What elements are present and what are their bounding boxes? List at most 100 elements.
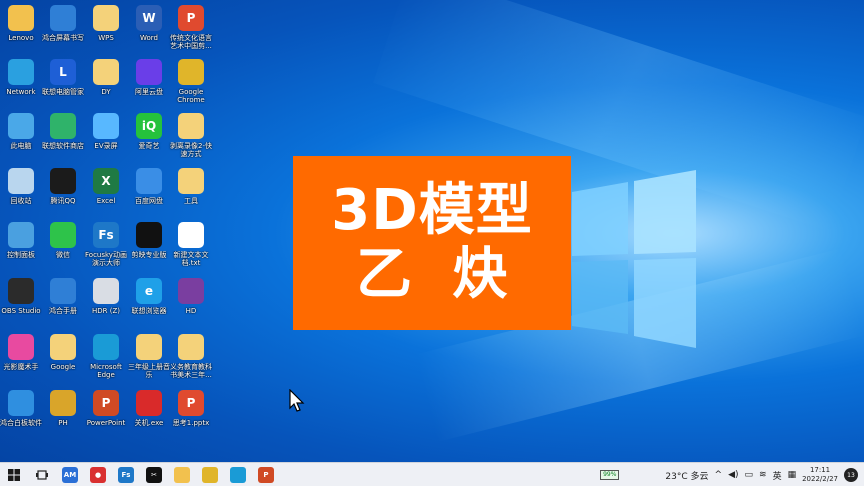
battery-indicator[interactable]: 99% bbox=[600, 470, 620, 480]
nevercolor-icon bbox=[8, 334, 34, 360]
taskbar-app-button[interactable]: ✂ bbox=[140, 464, 168, 486]
desktop-icon-label: 阿里云盘 bbox=[135, 88, 163, 96]
desktop-icon-label: 腾讯QQ bbox=[50, 197, 76, 205]
desktop-icon[interactable]: 剥离录像2-快速方式 bbox=[169, 113, 213, 158]
desktop-icon-label: Excel bbox=[96, 197, 116, 205]
file-explorer-icon bbox=[174, 466, 190, 483]
desktop-icon[interactable]: 工具 bbox=[169, 168, 213, 205]
weather-widget[interactable]: 23°C 多云 bbox=[665, 469, 708, 482]
desktop-icon[interactable]: 微信 bbox=[41, 222, 85, 259]
desktop-icon[interactable]: P PowerPoint bbox=[84, 390, 128, 427]
desktop-icon[interactable]: 义务教育教科书美术三年... bbox=[169, 334, 213, 379]
powerpoint-icon: P bbox=[93, 390, 119, 416]
desktop-icon[interactable]: 控制面板 bbox=[0, 222, 43, 259]
windows-wallpaper-logo-icon bbox=[572, 170, 696, 348]
desktop-icon-label: 微信 bbox=[56, 251, 70, 259]
desktop-icon[interactable]: 鸿合白板软件 bbox=[0, 390, 43, 427]
desktop-icon[interactable]: iQ 爱奇艺 bbox=[127, 113, 171, 150]
desktop-icon[interactable]: W Word bbox=[127, 5, 171, 42]
desktop-icon-label: 思考1.pptx bbox=[172, 419, 210, 427]
desktop-icon[interactable]: P 传统文化语言艺术中国剪... bbox=[169, 5, 213, 50]
desktop-icon[interactable]: HDR (Z) bbox=[84, 278, 128, 315]
desktop-icon-label: 关机.exe bbox=[134, 419, 164, 427]
desktop-icon-label: PowerPoint bbox=[86, 419, 126, 427]
desktop-icon-label: Microsoft Edge bbox=[90, 363, 122, 379]
am-app-icon: AM bbox=[62, 466, 78, 483]
speaker-icon[interactable]: ◀) bbox=[728, 470, 738, 480]
desktop-icon[interactable]: P 思考1.pptx bbox=[169, 390, 213, 427]
desktop-icon-label: PH bbox=[58, 419, 68, 427]
folder-icon bbox=[93, 5, 119, 31]
baidu-netdisk-icon bbox=[136, 168, 162, 194]
desktop-icon[interactable]: 新建文本文档.txt bbox=[169, 222, 213, 267]
clock[interactable]: 17:11 2022/2/27 bbox=[802, 466, 838, 484]
taskbar-app-button[interactable]: ● bbox=[84, 464, 112, 486]
taskbar-app-button[interactable] bbox=[224, 464, 252, 486]
hd-icon bbox=[178, 278, 204, 304]
desktop-icon[interactable]: OBS Studio bbox=[0, 278, 43, 315]
chevron-up-icon[interactable]: ^ bbox=[715, 470, 723, 480]
desktop-icon-label: 鸿合屏幕书写 bbox=[42, 34, 84, 42]
desktop-icon[interactable]: Network bbox=[0, 59, 43, 96]
desktop-icon[interactable]: 三年级上册音乐 bbox=[127, 334, 171, 379]
notification-badge[interactable]: 13 bbox=[844, 468, 858, 482]
task-view-icon bbox=[36, 469, 48, 480]
ph-icon bbox=[50, 390, 76, 416]
desktop-icon-label: 爱奇艺 bbox=[138, 142, 160, 150]
desktop-icon[interactable]: 腾讯QQ bbox=[41, 168, 85, 205]
battery-icon[interactable]: ▭ bbox=[745, 470, 754, 480]
taskbar-app-button[interactable]: Fs bbox=[112, 464, 140, 486]
desktop-icon[interactable]: Google Chrome bbox=[169, 59, 213, 104]
desktop-icon[interactable]: 光影魔术手 bbox=[0, 334, 43, 371]
desktop-icon[interactable]: Fs Focusky动画演示大师 bbox=[84, 222, 128, 267]
task-view-button[interactable] bbox=[28, 464, 56, 486]
desktop-icon-label: 三年级上册音乐 bbox=[128, 363, 170, 379]
manual-icon bbox=[50, 278, 76, 304]
excel-icon: X bbox=[93, 168, 119, 194]
desktop-icon[interactable]: 回收站 bbox=[0, 168, 43, 205]
desktop-icon[interactable]: Lenovo bbox=[0, 5, 43, 42]
desktop-icon[interactable]: 鸿合手册 bbox=[41, 278, 85, 315]
folder-icon bbox=[136, 334, 162, 360]
desktop-icon-label: WPS bbox=[98, 34, 114, 42]
ev-recorder-icon bbox=[93, 113, 119, 139]
desktop-icon[interactable]: Google bbox=[41, 334, 85, 371]
network-icon bbox=[8, 59, 34, 85]
desktop-icon[interactable]: 阿里云盘 bbox=[127, 59, 171, 96]
desktop-icon[interactable]: HD bbox=[169, 278, 213, 315]
desktop-icon[interactable]: EV录屏 bbox=[84, 113, 128, 150]
wifi-icon[interactable]: ≋ bbox=[759, 470, 767, 480]
capcut-icon bbox=[136, 222, 162, 248]
clock-time: 17:11 bbox=[809, 466, 831, 474]
folder-icon bbox=[178, 113, 204, 139]
folder-icon bbox=[178, 168, 204, 194]
grid-icon[interactable]: ▦ bbox=[788, 470, 797, 480]
desktop-icon[interactable]: 联想软件商店 bbox=[41, 113, 85, 150]
chrome-icon bbox=[178, 59, 204, 85]
recycle-bin-icon bbox=[8, 168, 34, 194]
iqiyi-icon: iQ bbox=[136, 113, 162, 139]
desktop-icon-label: Google bbox=[50, 363, 76, 371]
desktop-icon[interactable]: Microsoft Edge bbox=[84, 334, 128, 379]
desktop-icon-label: 传统文化语言艺术中国剪... bbox=[170, 34, 212, 50]
desktop-icon[interactable]: e 联想浏览器 bbox=[127, 278, 171, 315]
desktop-icon[interactable]: X Excel bbox=[84, 168, 128, 205]
taskbar-app-button[interactable]: P bbox=[252, 464, 280, 486]
desktop-icon[interactable]: PH bbox=[41, 390, 85, 427]
taskbar-app-button[interactable] bbox=[168, 464, 196, 486]
desktop-icon[interactable]: 剪映专业版 bbox=[127, 222, 171, 259]
desktop-icon[interactable]: 此电脑 bbox=[0, 113, 43, 150]
desktop-icon[interactable]: L 联想电脑管家 bbox=[41, 59, 85, 96]
desktop-icon[interactable]: DY bbox=[84, 59, 128, 96]
control-panel-icon bbox=[8, 222, 34, 248]
start-button[interactable] bbox=[0, 464, 28, 486]
desktop-icon-label: 剪映专业版 bbox=[131, 251, 167, 259]
desktop-icon[interactable]: WPS bbox=[84, 5, 128, 42]
input-method-indicator[interactable]: 英 bbox=[773, 469, 782, 482]
desktop-icon-label: Google Chrome bbox=[177, 88, 205, 104]
desktop-icon[interactable]: 百度网盘 bbox=[127, 168, 171, 205]
taskbar-app-button[interactable]: AM bbox=[56, 464, 84, 486]
taskbar-app-button[interactable] bbox=[196, 464, 224, 486]
desktop-icon[interactable]: 关机.exe bbox=[127, 390, 171, 427]
desktop-icon[interactable]: 鸿合屏幕书写 bbox=[41, 5, 85, 42]
